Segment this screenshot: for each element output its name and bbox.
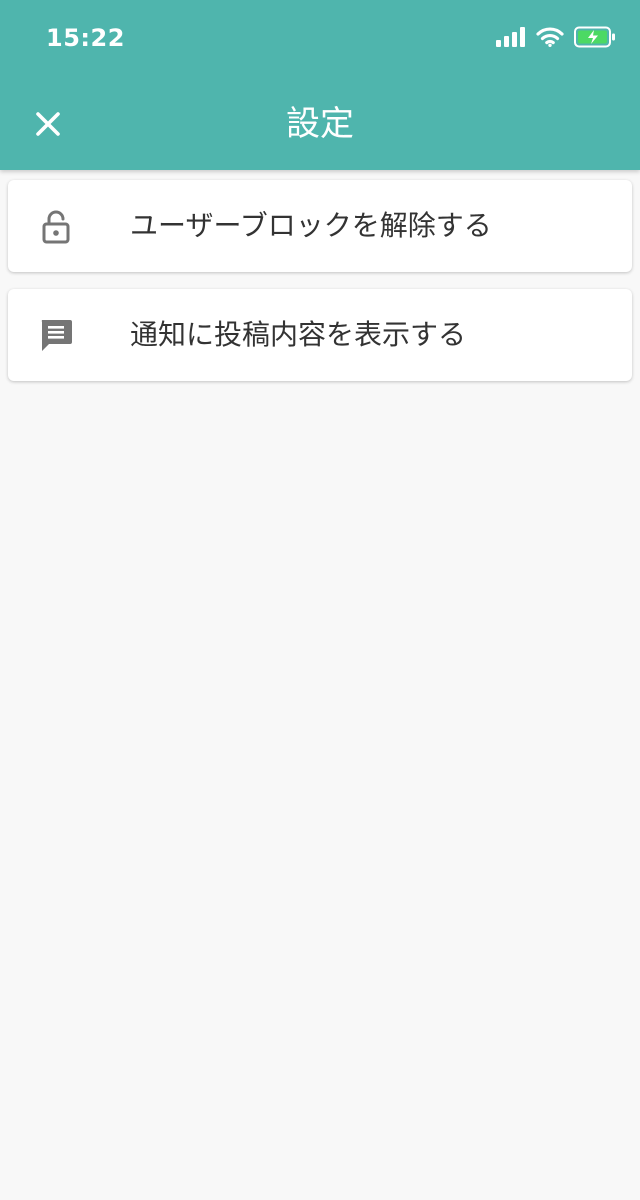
status-time: 15:22 [46,24,125,52]
unlock-icon [42,210,70,244]
wifi-icon [536,27,564,47]
message-icon [41,320,72,351]
status-icons [496,26,616,48]
show-post-in-notification-label: 通知に投稿内容を表示する [130,318,467,351]
show-post-in-notification-item[interactable]: 通知に投稿内容を表示する [8,289,632,381]
app-header: 15:22 設定 [0,0,640,170]
unblock-users-label: ユーザーブロックを解除する [130,209,492,242]
battery-charging-icon [574,26,615,48]
signal-icon [496,27,525,47]
page-title: 設定 [286,104,354,144]
unblock-users-item[interactable]: ユーザーブロックを解除する [8,180,632,272]
